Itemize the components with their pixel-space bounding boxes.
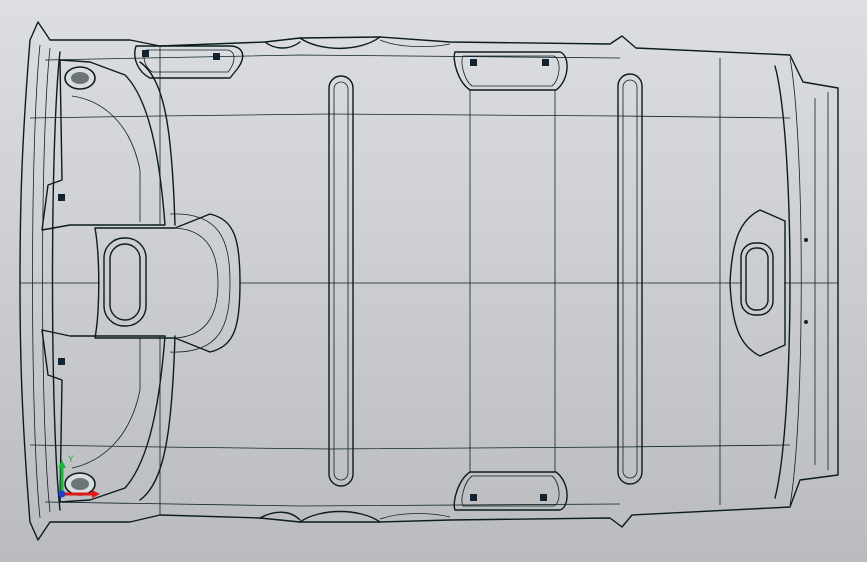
left-stiffening-rib[interactable]	[328, 75, 354, 487]
part-outline[interactable]	[19, 21, 839, 541]
clip-hole	[142, 50, 149, 57]
clip-hole	[470, 59, 477, 66]
clip-hole	[58, 358, 65, 365]
z-axis-dot	[58, 490, 66, 498]
clip-hole	[58, 194, 65, 201]
clip-hole	[540, 494, 547, 501]
clip-hole	[470, 494, 477, 501]
model-viewport[interactable]: Y	[0, 0, 867, 562]
pin-hole	[804, 238, 808, 242]
clip-hole	[542, 59, 549, 66]
y-axis-arrowhead	[58, 460, 66, 468]
pin-hole	[804, 320, 808, 324]
y-axis-label: Y	[67, 455, 74, 465]
right-stiffening-rib[interactable]	[617, 73, 643, 485]
headliner-part-render[interactable]: Y	[0, 0, 867, 562]
